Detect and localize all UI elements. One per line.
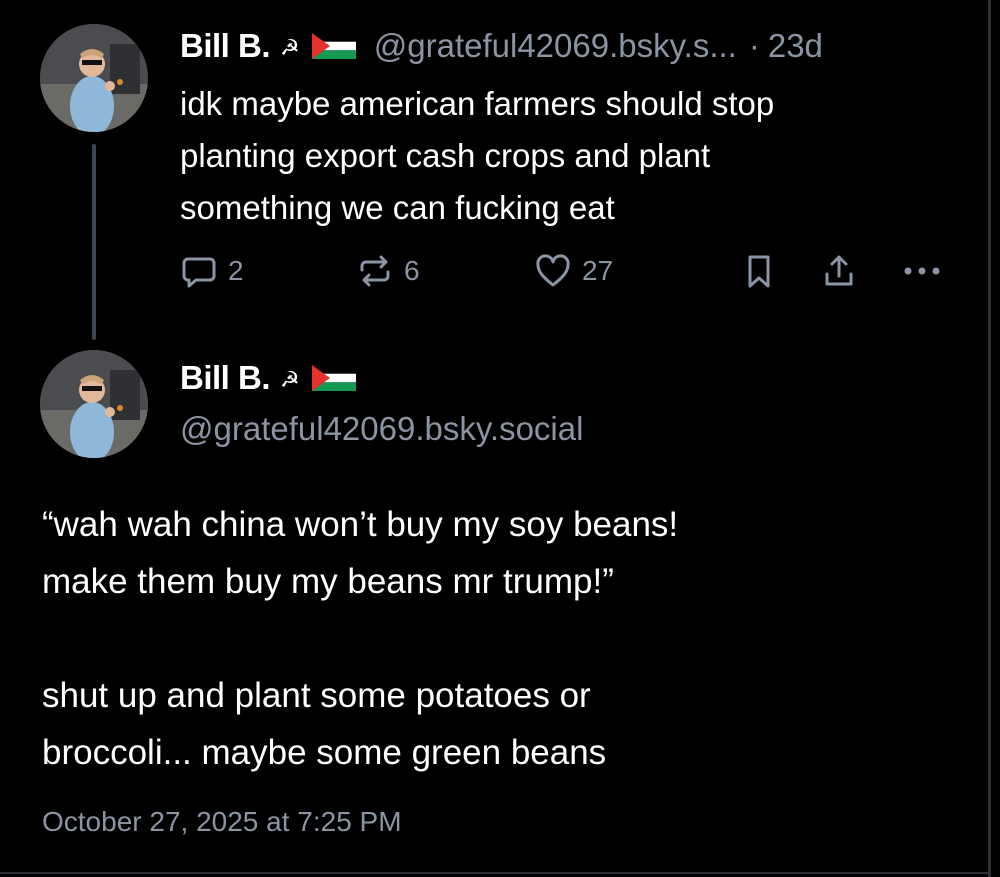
author-handle[interactable]: @grateful42069.bsky.s...: [374, 27, 737, 65]
parent-post-actions: 2 6 27: [180, 252, 950, 296]
author-name[interactable]: Bill B.: [180, 27, 271, 65]
heart-icon: [534, 252, 572, 290]
author-handle[interactable]: @grateful42069.bsky.social: [180, 410, 583, 448]
divider: [0, 872, 988, 874]
hammer-sickle-emoji: ☭: [280, 35, 300, 60]
scrollbar-edge: [988, 0, 991, 877]
main-post-header: Bill B. ☭: [180, 356, 356, 400]
repost-button[interactable]: 6: [356, 252, 420, 290]
repost-count: 6: [404, 255, 420, 286]
avatar[interactable]: [40, 350, 148, 458]
post-timestamp: October 27, 2025 at 7:25 PM: [42, 806, 402, 837]
author-name[interactable]: Bill B.: [180, 359, 271, 397]
reply-count: 2: [228, 255, 244, 286]
share-icon: [820, 252, 858, 290]
share-button[interactable]: [820, 252, 858, 290]
bookmark-icon: [740, 252, 778, 290]
bookmark-button[interactable]: [740, 252, 778, 290]
palestine-flag-icon: [311, 365, 356, 391]
main-post-text: “wah wah china won’t buy my soy beans! m…: [42, 505, 679, 772]
parent-post-text: idk maybe american farmers should stop p…: [180, 85, 775, 226]
like-button[interactable]: 27: [534, 252, 613, 290]
like-count: 27: [582, 255, 614, 286]
hammer-sickle-emoji: ☭: [280, 367, 300, 392]
more-options-button[interactable]: [900, 252, 944, 290]
more-dots-icon: [900, 252, 944, 290]
parent-post-header: Bill B. ☭ @grateful42069.bsky.s... · 23d: [180, 24, 823, 68]
reply-bubble-icon: [180, 252, 218, 290]
palestine-flag-icon: [311, 33, 356, 59]
separator-dot: ·: [748, 27, 760, 64]
repost-icon: [356, 252, 394, 290]
thread-connector-line: [92, 144, 96, 340]
reply-button[interactable]: 2: [180, 252, 244, 290]
post-age[interactable]: 23d: [768, 27, 823, 65]
avatar[interactable]: [40, 24, 148, 132]
